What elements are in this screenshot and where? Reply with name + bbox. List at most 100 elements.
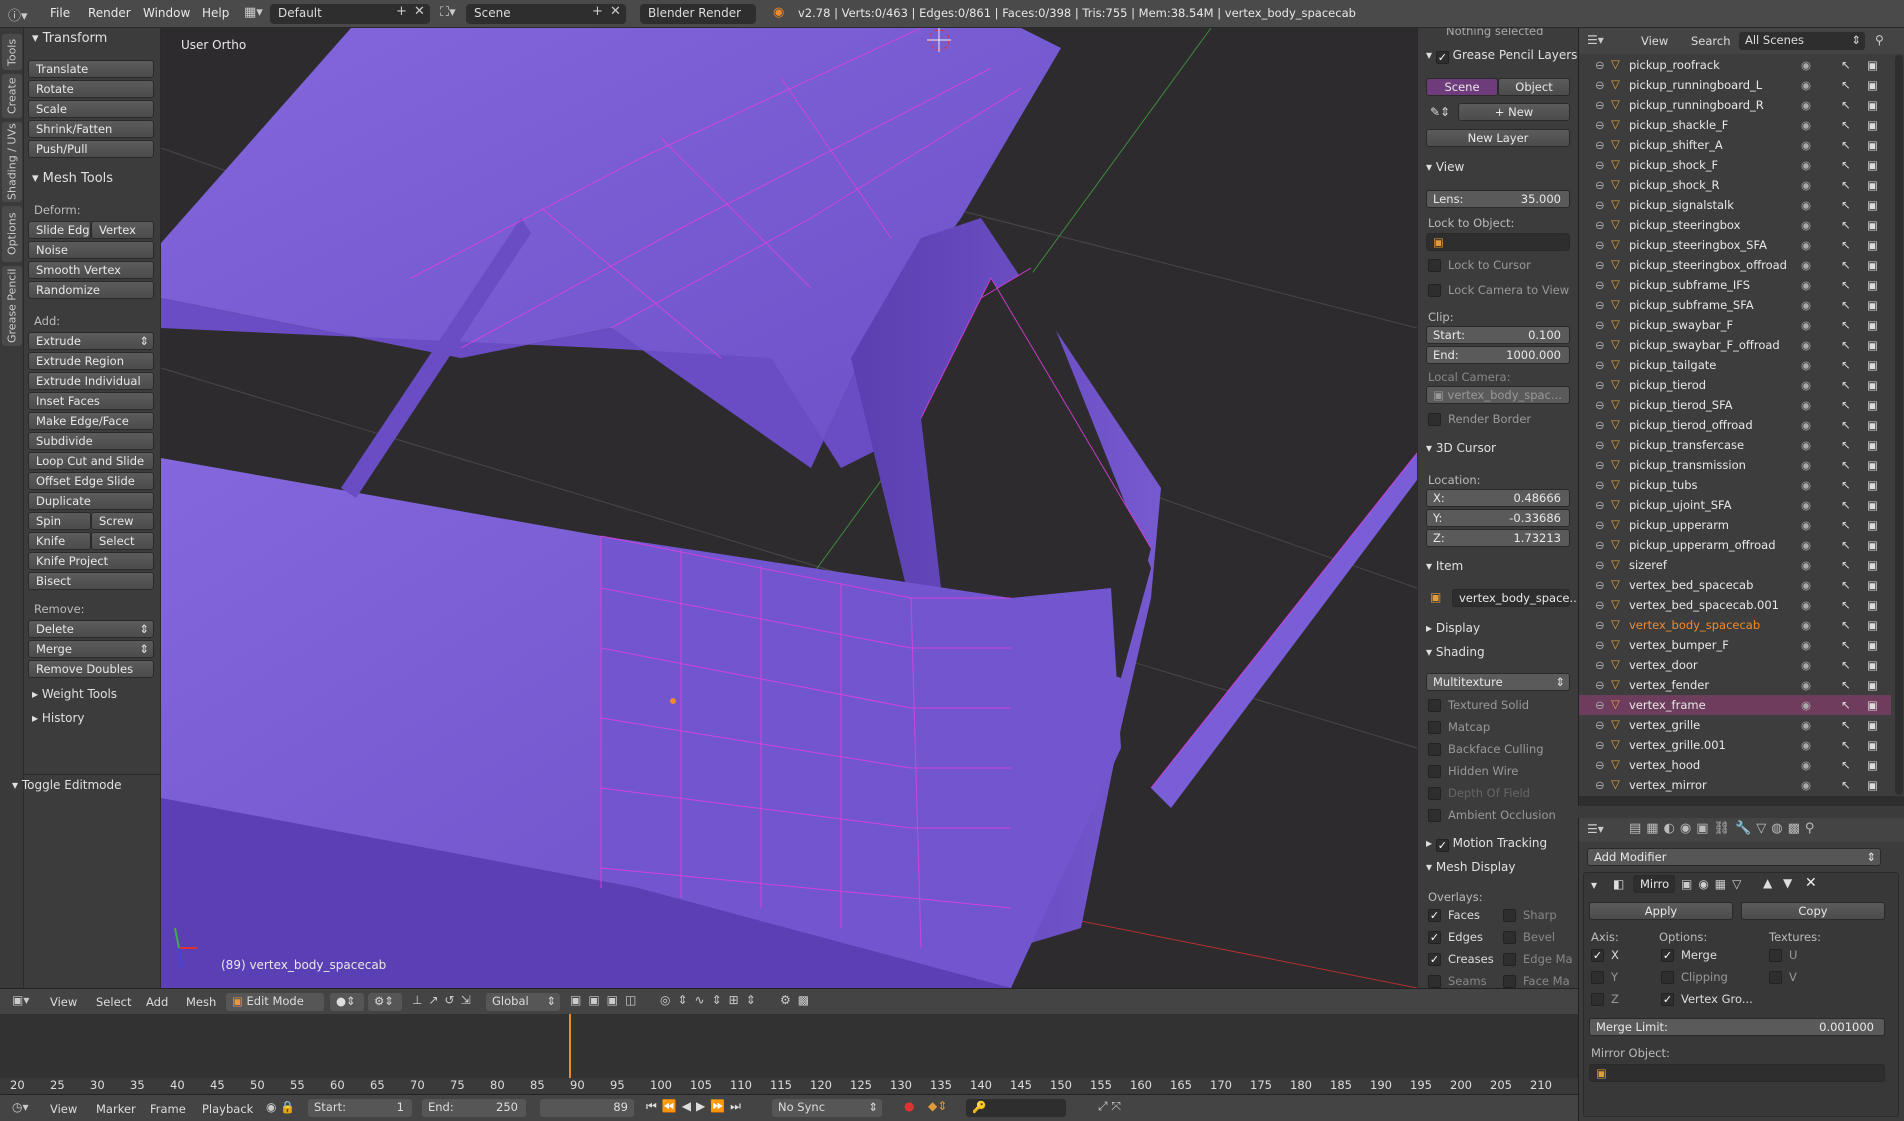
outliner-h-scrollbar[interactable] — [1579, 796, 1904, 806]
restrict-render-icon[interactable]: ▣ — [1867, 598, 1878, 612]
apply-button[interactable]: Apply — [1589, 902, 1733, 920]
outliner-menu-search[interactable]: Search — [1691, 34, 1731, 48]
new-data-button[interactable]: + New — [1458, 103, 1570, 121]
restrict-view-icon[interactable]: ◉ — [1801, 58, 1811, 72]
outliner-row[interactable]: ⊖ ▽ pickup_upperarm ◉ ↖ ▣ — [1579, 515, 1891, 535]
outliner-row[interactable]: ⊖ ▽ vertex_grille.001 ◉ ↖ ▣ — [1579, 735, 1891, 755]
outliner-row[interactable]: ⊖ ▽ pickup_upperarm_offroad ◉ ↖ ▣ — [1579, 535, 1891, 555]
restrict-select-icon[interactable]: ↖ — [1841, 678, 1851, 692]
info-editor-icon[interactable]: ⓘ▾ — [8, 5, 28, 24]
make-edge-face-button[interactable]: Make Edge/Face — [28, 412, 154, 430]
proportional-snap-icons[interactable]: ◎⇕∿⇕⊞⇕ — [660, 993, 763, 1007]
restrict-render-icon[interactable]: ▣ — [1867, 98, 1878, 112]
outliner-row[interactable]: ⊖ ▽ pickup_tailgate ◉ ↖ ▣ — [1579, 355, 1891, 375]
restrict-render-icon[interactable]: ▣ — [1867, 58, 1878, 72]
outliner-row[interactable]: ⊖ ▽ pickup_shifter_A ◉ ↖ ▣ — [1579, 135, 1891, 155]
restrict-render-icon[interactable]: ▣ — [1867, 78, 1878, 92]
restrict-view-icon[interactable]: ◉ — [1801, 678, 1811, 692]
restrict-select-icon[interactable]: ↖ — [1841, 738, 1851, 752]
motion-tracking-panel-header[interactable]: ▸ ✓ Motion Tracking — [1426, 836, 1547, 852]
pencil-icon[interactable]: ✎⇕ — [1430, 105, 1450, 119]
record-icon[interactable]: ● — [904, 1099, 914, 1113]
display-panel-header[interactable]: ▸ Display — [1426, 621, 1480, 635]
restrict-render-icon[interactable]: ▣ — [1867, 718, 1878, 732]
render-engine-selector[interactable]: Blender Render — [640, 4, 756, 24]
outliner-row[interactable]: ⊖ ▽ pickup_transfercase ◉ ↖ ▣ — [1579, 435, 1891, 455]
restrict-render-icon[interactable]: ▣ — [1867, 298, 1878, 312]
expand-icon[interactable]: ⊖ — [1595, 618, 1605, 632]
axis-y-checkbox[interactable] — [1591, 971, 1604, 984]
timeline-menu-marker[interactable]: Marker — [96, 1102, 136, 1116]
restrict-view-icon[interactable]: ◉ — [1801, 618, 1811, 632]
restrict-select-icon[interactable]: ↖ — [1841, 58, 1851, 72]
restrict-select-icon[interactable]: ↖ — [1841, 158, 1851, 172]
clip-end-field[interactable]: End: 1000.000 — [1426, 346, 1570, 364]
layout-grid-icon[interactable]: ▦▾ — [244, 5, 263, 20]
expand-icon[interactable]: ⊖ — [1595, 178, 1605, 192]
restrict-select-icon[interactable]: ↖ — [1841, 318, 1851, 332]
outliner-row[interactable]: ⊖ ▽ vertex_grille ◉ ↖ ▣ — [1579, 715, 1891, 735]
mesh-display-panel-header[interactable]: ▾ Mesh Display — [1426, 860, 1515, 874]
restrict-select-icon[interactable]: ↖ — [1841, 338, 1851, 352]
restrict-select-icon[interactable]: ↖ — [1841, 378, 1851, 392]
restrict-select-icon[interactable]: ↖ — [1841, 258, 1851, 272]
keyframe-icons[interactable]: ◆⇕ — [928, 1099, 947, 1113]
expand-icon[interactable]: ⊖ — [1595, 658, 1605, 672]
menu-file[interactable]: File — [50, 6, 70, 20]
playhead[interactable] — [569, 1014, 571, 1078]
scene-icon[interactable]: ⛶▾ — [440, 5, 456, 20]
expand-icon[interactable]: ⊖ — [1595, 758, 1605, 772]
restrict-view-icon[interactable]: ◉ — [1801, 758, 1811, 772]
restrict-select-icon[interactable]: ↖ — [1841, 238, 1851, 252]
subdivide-button[interactable]: Subdivide — [28, 432, 154, 450]
weight-tools-panel-header[interactable]: ▸ Weight Tools — [32, 687, 117, 701]
restrict-view-icon[interactable]: ◉ — [1801, 358, 1811, 372]
new-layer-button[interactable]: New Layer — [1426, 129, 1570, 147]
transform-panel-header[interactable]: ▾ Transform — [32, 31, 107, 46]
outliner-row[interactable]: ⊖ ▽ pickup_shock_F ◉ ↖ ▣ — [1579, 155, 1891, 175]
search-icon[interactable]: ⚲ — [1875, 33, 1884, 47]
restrict-render-icon[interactable]: ▣ — [1867, 458, 1878, 472]
restrict-select-icon[interactable]: ↖ — [1841, 758, 1851, 772]
header-menu-select[interactable]: Select — [96, 995, 131, 1009]
restrict-select-icon[interactable]: ↖ — [1841, 458, 1851, 472]
expand-icon[interactable]: ⊖ — [1595, 58, 1605, 72]
move-down-icon[interactable]: ▼ — [1783, 876, 1792, 890]
spin-button[interactable]: Spin — [28, 512, 91, 530]
restrict-view-icon[interactable]: ◉ — [1801, 198, 1811, 212]
face-marks-checkbox[interactable] — [1503, 975, 1516, 988]
axis-z-checkbox[interactable] — [1591, 993, 1604, 1006]
lens-field[interactable]: Lens: 35.000 — [1426, 190, 1570, 208]
expand-icon[interactable]: ⊖ — [1595, 458, 1605, 472]
restrict-render-icon[interactable]: ▣ — [1867, 778, 1878, 792]
restrict-view-icon[interactable]: ◉ — [1801, 158, 1811, 172]
restrict-select-icon[interactable]: ↖ — [1841, 278, 1851, 292]
restrict-render-icon[interactable]: ▣ — [1867, 278, 1878, 292]
tab-tools[interactable]: Tools — [2, 34, 22, 70]
keying-set-field[interactable]: 🔑 — [966, 1099, 1066, 1117]
expand-icon[interactable]: ⊖ — [1595, 478, 1605, 492]
restrict-view-icon[interactable]: ◉ — [1801, 418, 1811, 432]
restrict-view-icon[interactable]: ◉ — [1801, 398, 1811, 412]
outliner-row[interactable]: ⊖ ▽ pickup_signalstalk ◉ ↖ ▣ — [1579, 195, 1891, 215]
restrict-render-icon[interactable]: ▣ — [1867, 538, 1878, 552]
menu-window[interactable]: Window — [143, 6, 190, 20]
restrict-render-icon[interactable]: ▣ — [1867, 138, 1878, 152]
restrict-select-icon[interactable]: ↖ — [1841, 298, 1851, 312]
slide-vertex-button[interactable]: Vertex — [91, 221, 154, 239]
outliner-row[interactable]: ⊖ ▽ pickup_tierod_offroad ◉ ↖ ▣ — [1579, 415, 1891, 435]
push-pull-button[interactable]: Push/Pull — [28, 140, 154, 158]
outliner-menu-view[interactable]: View — [1641, 34, 1668, 48]
merge-dropdown[interactable]: Merge ⇕ — [28, 640, 154, 658]
restrict-render-icon[interactable]: ▣ — [1867, 658, 1878, 672]
restrict-select-icon[interactable]: ↖ — [1841, 538, 1851, 552]
backface-culling-checkbox[interactable] — [1428, 743, 1441, 756]
restrict-select-icon[interactable]: ↖ — [1841, 118, 1851, 132]
expand-icon[interactable]: ⊖ — [1595, 358, 1605, 372]
tab-object[interactable]: Object — [1498, 78, 1570, 96]
expand-icon[interactable]: ⊖ — [1595, 318, 1605, 332]
lock-object-field[interactable]: ▣ — [1426, 233, 1570, 251]
restrict-select-icon[interactable]: ↖ — [1841, 498, 1851, 512]
expand-icon[interactable]: ⊖ — [1595, 638, 1605, 652]
restrict-view-icon[interactable]: ◉ — [1801, 558, 1811, 572]
